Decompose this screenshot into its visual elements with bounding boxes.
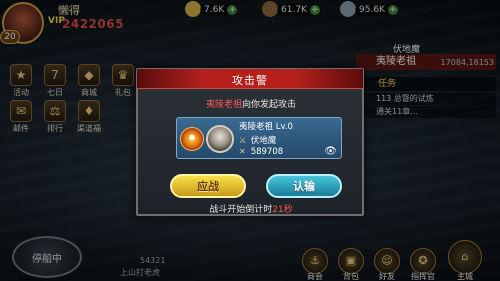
dialog-title: 攻击警 <box>232 74 268 87</box>
enemy-info-card: ✹ 夷陵老祖 Lv.0 ⚔ 伏地魔 ✕ 589708 👁 <box>176 117 342 159</box>
countdown-seconds: 21秒 <box>272 205 293 215</box>
enemy-power-row: ✕ 589708 <box>239 147 283 157</box>
attack-alert-dialog: 攻击警 夷陵老祖向你发起攻击 ✹ 夷陵老祖 Lv.0 ⚔ 伏地魔 ✕ 58970… <box>136 68 364 216</box>
guild-icon: ⚔ <box>239 136 247 145</box>
enemy-power: 589708 <box>250 147 284 157</box>
attack-message: 夷陵老祖向你发起攻击 <box>138 97 364 110</box>
battle-countdown: 战斗开始倒计时21秒 <box>138 202 364 215</box>
eye-icon[interactable]: 👁 <box>324 146 337 157</box>
attacker-name: 夷陵老祖 <box>205 100 242 110</box>
countdown-prefix: 战斗开始倒计时 <box>209 205 273 215</box>
swords-icon: ✕ <box>239 147 246 156</box>
enemy-portrait[interactable] <box>206 125 234 153</box>
dialog-header: 攻击警 <box>137 69 363 89</box>
guild-emblem-icon: ✹ <box>180 127 204 151</box>
attack-message-text: 向你发起攻击 <box>242 100 297 110</box>
enemy-guild: 伏地魔 <box>250 136 277 146</box>
surrender-button[interactable]: 认输 <box>266 174 342 198</box>
enemy-guild-row: ⚔ 伏地魔 <box>239 134 276 146</box>
fight-button[interactable]: 应战 <box>170 174 246 198</box>
enemy-name-level: 夷陵老祖 Lv.0 <box>239 122 293 132</box>
